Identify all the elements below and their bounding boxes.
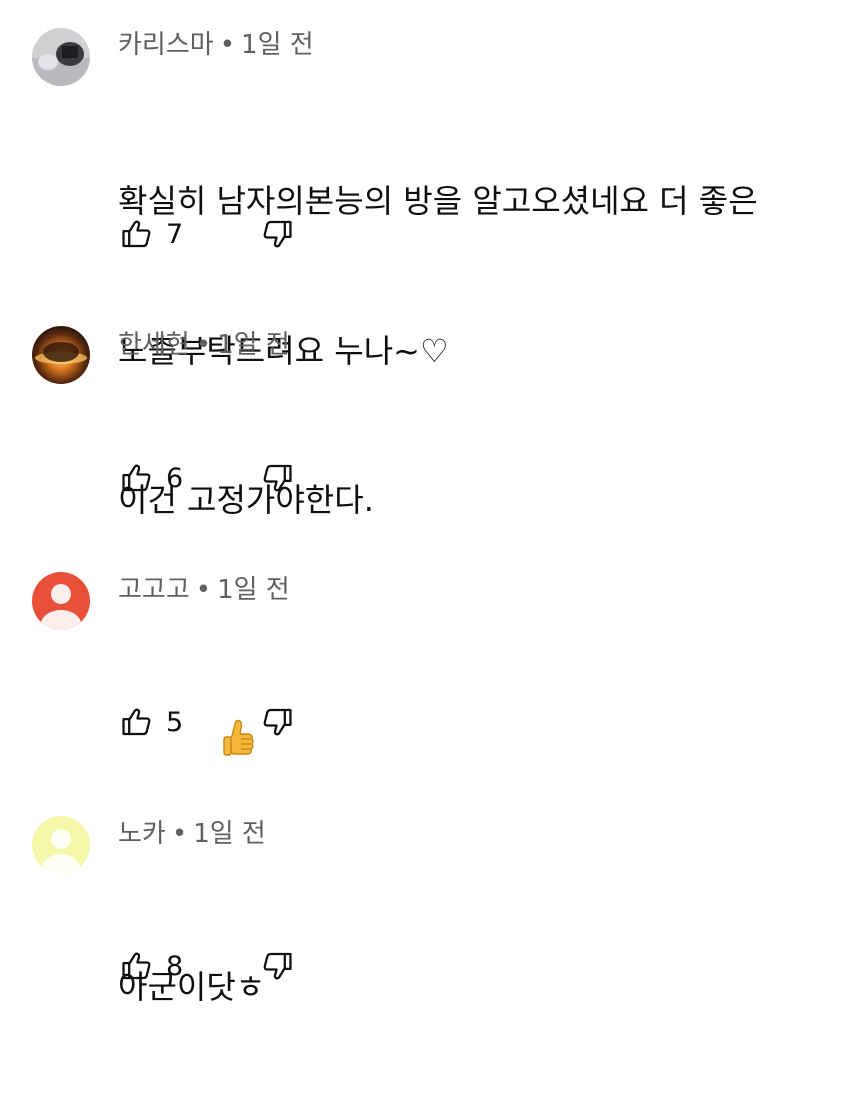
like-button[interactable]: 8 — [120, 949, 246, 983]
meta-separator: • — [219, 30, 236, 60]
comment-author[interactable]: 고고고 — [118, 575, 190, 605]
like-count: 6 — [166, 462, 184, 494]
comment-actions: 5 — [120, 702, 294, 742]
meta-separator: • — [195, 575, 212, 605]
comment-actions: 6 — [120, 458, 294, 498]
dislike-button[interactable] — [260, 705, 294, 739]
like-count: 8 — [166, 950, 184, 982]
thumbs-up-outline-icon — [120, 217, 154, 251]
comment-actions: 8 — [120, 946, 294, 986]
thumbs-up-outline-icon — [120, 705, 154, 739]
comment-author[interactable]: 한세현 — [118, 330, 190, 360]
like-button[interactable]: 7 — [120, 217, 246, 251]
comment-actions: 7 — [120, 214, 294, 254]
meta-separator: • — [195, 330, 212, 360]
thumbs-down-outline-icon — [260, 705, 294, 739]
avatar[interactable] — [32, 28, 90, 86]
dislike-button[interactable] — [260, 461, 294, 495]
thumbs-down-outline-icon — [260, 949, 294, 983]
comment-time: 1일 전 — [241, 30, 314, 60]
comment-meta: 한세현 • 1일 전 — [118, 328, 290, 362]
thumbs-up-outline-icon — [120, 949, 154, 983]
thumbs-down-outline-icon — [260, 217, 294, 251]
comment-author[interactable]: 카리스마 — [118, 30, 214, 60]
avatar[interactable] — [32, 326, 90, 384]
comment-meta: 고고고 • 1일 전 — [118, 573, 290, 607]
thumbs-up-emoji — [159, 668, 256, 824]
avatar[interactable] — [32, 816, 90, 874]
comment-time: 1일 전 — [217, 330, 290, 360]
dislike-button[interactable] — [260, 949, 294, 983]
comment-time: 1일 전 — [193, 819, 266, 849]
comment-meta: 카리스마 • 1일 전 — [118, 28, 314, 62]
comment-text: 아군이닷ㅎ — [118, 862, 833, 1112]
comment-author[interactable]: 노카 — [118, 819, 166, 849]
like-button[interactable]: 6 — [120, 461, 246, 495]
avatar[interactable] — [32, 572, 90, 630]
thumbs-down-outline-icon — [260, 461, 294, 495]
comment-time: 1일 전 — [217, 575, 290, 605]
like-count: 5 — [166, 706, 184, 738]
dislike-button[interactable] — [260, 217, 294, 251]
thumbs-up-outline-icon — [120, 461, 154, 495]
like-count: 7 — [166, 218, 184, 250]
like-button[interactable]: 5 — [120, 705, 246, 739]
meta-separator: • — [171, 819, 188, 849]
comment-meta: 노카 • 1일 전 — [118, 817, 266, 851]
